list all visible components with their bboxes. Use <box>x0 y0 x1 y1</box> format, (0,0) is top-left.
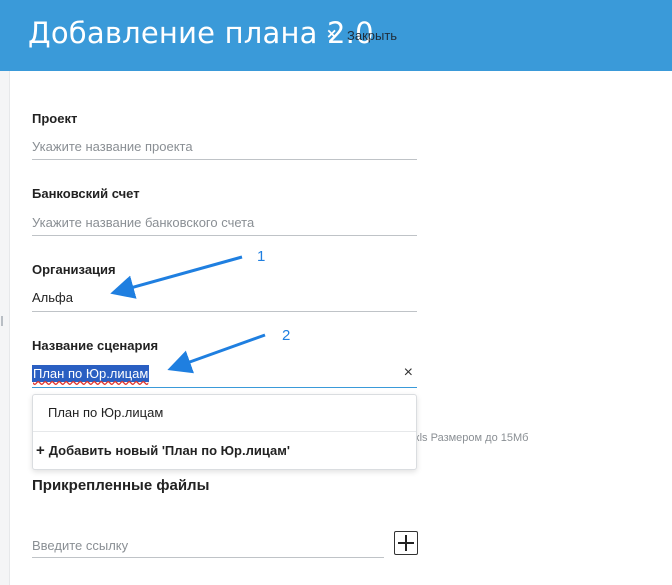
bank-account-input[interactable] <box>32 209 417 236</box>
link-input[interactable] <box>32 533 384 558</box>
annotation-marker-1: 1 <box>257 248 266 265</box>
scenario-selected-text[interactable]: План по Юр.лицам <box>32 365 150 382</box>
organization-field[interactable]: Альфа <box>32 285 417 312</box>
scenario-dropdown: План по Юр.лицам + Добавить новый 'План п… <box>32 394 417 470</box>
dropdown-divider <box>33 431 416 432</box>
organization-label: Организация <box>32 262 116 277</box>
annotation-marker-2: 2 <box>282 327 291 344</box>
close-button[interactable]: Закрыть <box>347 28 397 43</box>
project-label: Проект <box>32 111 78 126</box>
bank-account-label: Банковский счет <box>32 186 140 201</box>
scenario-input[interactable]: План по Юр.лицам × <box>32 361 417 388</box>
modal-title: Добавление плана 2.0 <box>28 16 374 50</box>
plus-icon: + <box>36 442 45 459</box>
add-link-button[interactable] <box>394 531 418 555</box>
clear-icon[interactable]: × <box>404 364 413 382</box>
add-new-scenario-label: Добавить новый 'План по Юр.лицам' <box>48 443 290 458</box>
side-handle[interactable] <box>1 316 3 326</box>
side-panel-edge <box>0 71 10 585</box>
attached-files-title: Прикрепленные файлы <box>32 477 210 494</box>
add-new-scenario-button[interactable]: + Добавить новый 'План по Юр.лицам' <box>36 442 290 459</box>
close-icon[interactable]: × <box>327 26 336 44</box>
project-input[interactable] <box>32 133 417 160</box>
dropdown-option[interactable]: План по Юр.лицам <box>48 405 163 420</box>
scenario-label: Название сценария <box>32 338 159 353</box>
modal-header: Добавление плана 2.0 × Закрыть <box>0 0 672 71</box>
